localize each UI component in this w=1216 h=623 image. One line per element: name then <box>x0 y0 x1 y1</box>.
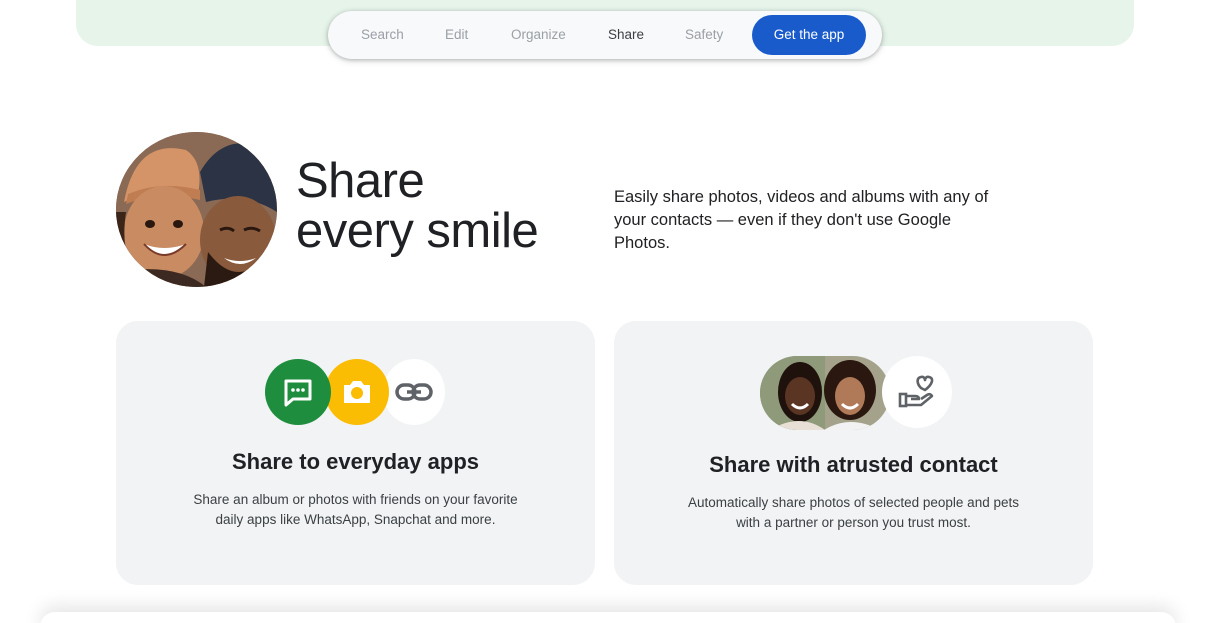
card-description: Share an album or photos with friends on… <box>156 490 556 530</box>
card-description-line-1: Automatically share photos of selected p… <box>688 495 1019 510</box>
link-icon <box>383 359 445 425</box>
hero-title-line-2: every smile <box>296 204 539 258</box>
section-nav: Search Edit Organize Share Safety Get th… <box>328 11 882 59</box>
nav-item-safety[interactable]: Safety <box>685 11 723 59</box>
hero-couple-photo <box>116 132 277 287</box>
hero-description: Easily share photos, videos and albums w… <box>614 188 989 252</box>
card-title: Share to everyday apps <box>231 449 479 474</box>
hero-title: Share every smile <box>296 154 539 258</box>
friends-photo <box>760 356 890 430</box>
card-description: Automatically share photos of selected p… <box>654 493 1054 533</box>
card-description-line-2: daily apps like WhatsApp, Snapchat and m… <box>215 512 496 527</box>
heart-hand-icon <box>882 356 952 428</box>
next-section-edge <box>40 612 1176 623</box>
hero-title-line-1: Share <box>296 154 425 208</box>
get-the-app-button[interactable]: Get the app <box>752 15 866 55</box>
camera-icon <box>325 359 389 425</box>
card-description-line-1: Share an album or photos with friends on… <box>193 492 518 507</box>
nav-item-search[interactable]: Search <box>361 11 404 59</box>
card-share-trusted-contact: Share with atrusted contact Automaticall… <box>614 321 1093 585</box>
nav-item-organize[interactable]: Organize <box>511 11 566 59</box>
chat-icon <box>265 359 331 425</box>
card-description-line-2: with a partner or person you trust most. <box>736 515 971 530</box>
nav-item-edit[interactable]: Edit <box>445 11 468 59</box>
card-share-everyday-apps: Share to everyday apps Share an album or… <box>116 321 595 585</box>
nav-item-share[interactable]: Share <box>608 11 644 59</box>
card-title: Share with atrusted contact <box>709 452 998 477</box>
